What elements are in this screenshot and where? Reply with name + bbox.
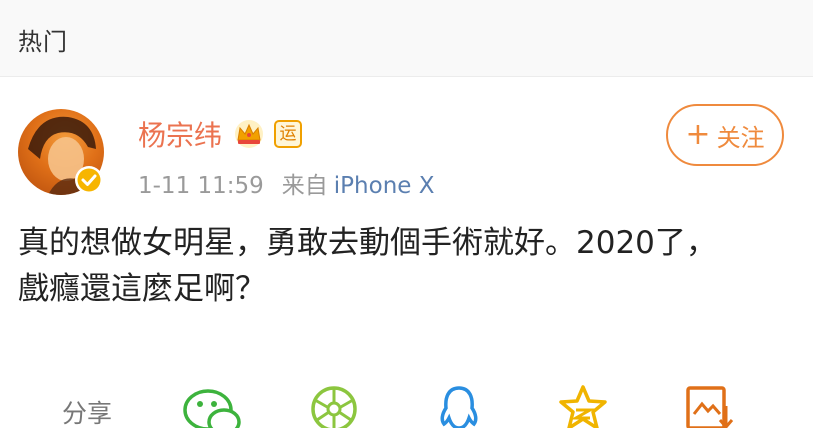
save-image-icon[interactable]	[684, 384, 734, 428]
source-prefix: 来自	[281, 173, 328, 199]
post-meta: 1-11 11:59 来自 iPhone X	[138, 166, 435, 200]
post-time: 1-11 11:59	[138, 173, 264, 199]
post-content-line: 戲癮還這麼足啊？	[18, 271, 266, 307]
follow-button[interactable]: + 关注	[666, 104, 784, 166]
share-label: 分享	[62, 399, 113, 428]
top-bar: 热门	[0, 0, 813, 77]
wechat-icon[interactable]	[182, 384, 244, 428]
qzone-icon[interactable]	[558, 384, 608, 428]
share-row: 分享	[0, 372, 813, 428]
author-name[interactable]: 杨宗纬	[138, 114, 222, 154]
post-content: 真的想做女明星，勇敢去動個手術就好。2020了， 戲癮還這麼足啊？	[18, 220, 798, 312]
author-name-row: 杨宗纬 运	[138, 114, 303, 154]
hot-tab-label[interactable]: 热门	[18, 22, 68, 57]
source-device[interactable]: iPhone X	[334, 173, 435, 199]
follow-button-label: 关注	[716, 123, 765, 152]
moments-icon[interactable]	[309, 384, 359, 428]
yun-badge: 运	[274, 120, 303, 148]
qq-icon[interactable]	[436, 384, 482, 428]
post-content-line: 真的想做女明星，勇敢去動個手術就好。2020了，	[18, 225, 717, 261]
crown-icon	[235, 120, 264, 148]
plus-icon: +	[685, 117, 711, 152]
author-avatar[interactable]	[18, 109, 104, 195]
verified-badge-icon	[75, 166, 103, 194]
